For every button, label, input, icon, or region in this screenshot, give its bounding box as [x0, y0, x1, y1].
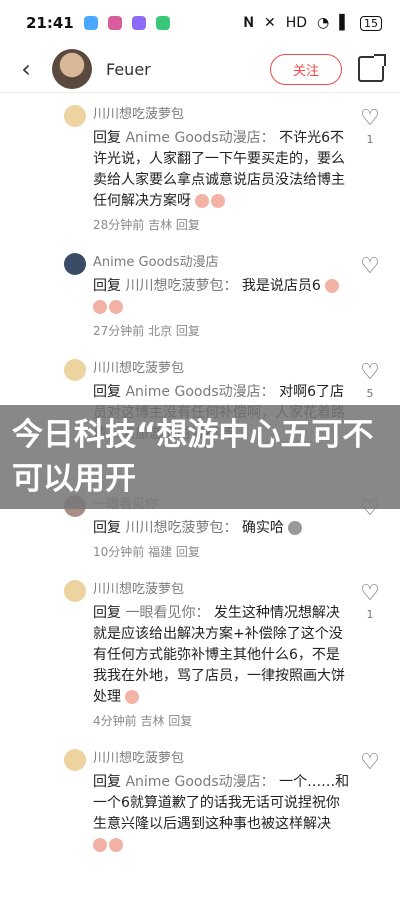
comment-author[interactable]: 川川想吃菠萝包 — [93, 103, 350, 122]
comment-item: Anime Goods动漫店 回复 川川想吃菠萝包： 我是说店员6 27分钟前 … — [0, 241, 400, 347]
reply-prefix: 回复 — [93, 130, 121, 146]
hd-icon: HD — [285, 15, 307, 31]
status-time: 21:41 — [26, 14, 74, 32]
heart-icon: ♡ — [360, 750, 380, 775]
app-icon — [155, 16, 170, 30]
comment-text: 确实哈 — [241, 520, 284, 536]
like-count: 1 — [366, 133, 374, 146]
comment-meta[interactable]: 10分钟前 福建 回复 — [93, 543, 350, 560]
emoji-icon — [109, 300, 123, 314]
like-count: 5 — [366, 387, 374, 400]
comment-meta[interactable]: 27分钟前 北京 回复 — [93, 322, 350, 339]
status-right: 𝐍 ✕ HD ◔ ▌ 15 — [243, 15, 382, 31]
like-button[interactable]: ♡ — [358, 750, 382, 777]
back-icon[interactable]: ‹ — [16, 55, 36, 83]
signal-icon: ▌ — [339, 15, 350, 31]
comment-body: 回复 川川想吃菠萝包： 确实哈 — [93, 518, 350, 539]
reply-target[interactable]: Anime Goods动漫店： — [125, 774, 274, 790]
comment-author[interactable]: Anime Goods动漫店 — [93, 251, 350, 270]
emoji-icon — [93, 838, 107, 852]
avatar[interactable] — [64, 359, 86, 381]
reply-prefix: 回复 — [93, 774, 121, 790]
reply-target[interactable]: Anime Goods动漫店： — [125, 384, 274, 400]
comment-author[interactable]: 川川想吃菠萝包 — [93, 357, 350, 376]
wifi-icon: ◔ — [317, 15, 330, 31]
comment-item: 川川想吃菠萝包 回复 Anime Goods动漫店： 不许光6不许光说，人家翻了… — [0, 93, 400, 241]
mute-icon: ✕ — [263, 15, 276, 31]
heart-icon: ♡ — [360, 254, 380, 279]
reply-target[interactable]: 一眼看见你： — [125, 605, 209, 621]
avatar[interactable] — [64, 253, 86, 275]
nfc-icon: 𝐍 — [243, 15, 254, 31]
reply-prefix: 回复 — [93, 384, 121, 400]
comment-author[interactable]: 川川想吃菠萝包 — [93, 747, 350, 766]
comment-meta[interactable]: 28分钟前 吉林 回复 — [93, 216, 350, 233]
app-icon — [83, 16, 98, 30]
like-button[interactable]: ♡ — [358, 254, 382, 281]
share-icon[interactable] — [358, 54, 386, 82]
comment-meta[interactable]: 4分钟前 吉林 回复 — [93, 712, 350, 729]
reply-prefix: 回复 — [93, 278, 121, 294]
app-icon — [131, 16, 146, 30]
reply-prefix: 回复 — [93, 605, 121, 621]
like-button[interactable]: ♡ 1 — [358, 581, 382, 622]
status-bar: 21:41 𝐍 ✕ HD ◔ ▌ 15 — [0, 0, 400, 46]
like-button[interactable]: ♡ 5 — [358, 360, 382, 401]
avatar[interactable] — [64, 749, 86, 771]
reply-target[interactable]: Anime Goods动漫店： — [125, 130, 274, 146]
comment-body: 回复 Anime Goods动漫店： 一个……和一个6就算道歉了的话我无话可说捏… — [93, 772, 350, 856]
avatar[interactable] — [64, 580, 86, 602]
like-button[interactable]: ♡ 1 — [358, 106, 382, 147]
heart-icon: ♡ — [360, 360, 380, 385]
emoji-icon — [109, 838, 123, 852]
chat-header: ‹ Feuer 关注 — [0, 46, 400, 93]
comment-author[interactable]: 川川想吃菠萝包 — [93, 578, 350, 597]
battery-indicator: 15 — [360, 15, 382, 31]
comment-body: 回复 Anime Goods动漫店： 不许光6不许光说，人家翻了一下午要买走的，… — [93, 128, 350, 212]
page-title: Feuer — [106, 59, 151, 79]
status-left: 21:41 — [26, 14, 170, 32]
reply-prefix: 回复 — [93, 520, 121, 536]
heart-icon: ♡ — [360, 106, 380, 131]
reply-target[interactable]: 川川想吃菠萝包： — [125, 278, 237, 294]
heart-icon: ♡ — [360, 581, 380, 606]
like-count: 1 — [366, 608, 374, 621]
comment-body: 回复 川川想吃菠萝包： 我是说店员6 — [93, 276, 350, 318]
emoji-icon — [125, 690, 140, 704]
follow-button[interactable]: 关注 — [269, 53, 342, 85]
avatar[interactable] — [64, 105, 86, 127]
emoji-icon — [325, 279, 340, 293]
comment-body: 回复 一眼看见你： 发生这种情况想解决就是应该给出解决方案+补偿除了这个没有任何… — [93, 603, 350, 708]
comment-item: 川川想吃菠萝包 回复 Anime Goods动漫店： 一个……和一个6就算道歉了… — [0, 737, 400, 868]
emoji-icon — [288, 521, 303, 535]
avatar[interactable] — [52, 49, 92, 89]
reply-target[interactable]: 川川想吃菠萝包： — [125, 520, 237, 536]
headline-overlay: 今日科技“想游中心五可不可以用开 — [0, 405, 400, 509]
comment-text: 我是说店员6 — [241, 278, 321, 294]
app-icon — [107, 16, 122, 30]
emoji-icon — [195, 194, 210, 208]
emoji-icon — [211, 194, 226, 208]
comment-item: 川川想吃菠萝包 回复 一眼看见你： 发生这种情况想解决就是应该给出解决方案+补偿… — [0, 568, 400, 737]
emoji-icon — [93, 300, 107, 314]
